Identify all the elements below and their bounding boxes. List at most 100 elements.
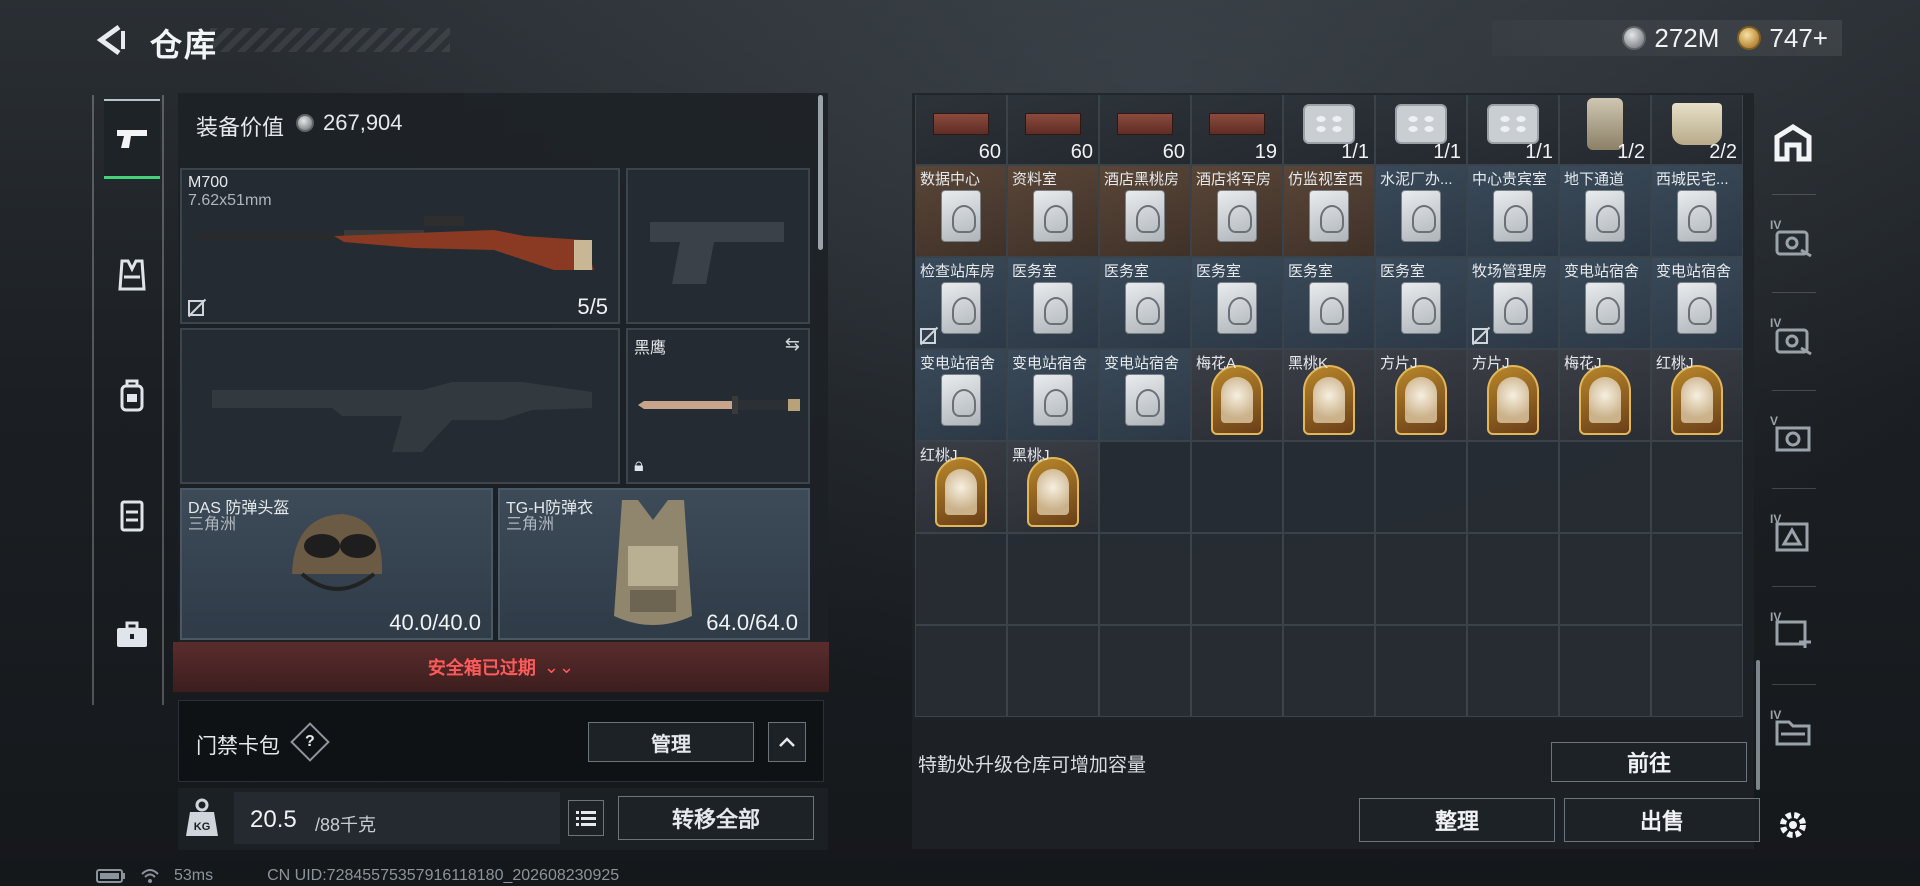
collapse-button[interactable] — [768, 722, 806, 762]
warehouse-item[interactable]: 弹力绷带 1/2 — [1559, 95, 1651, 165]
warehouse-item[interactable]: 简易手术包 2/2 — [1651, 95, 1743, 165]
warehouse-item[interactable]: 变电站宿舍 — [1007, 349, 1099, 441]
chevron-up-icon — [779, 737, 795, 747]
transfer-all-button[interactable]: 转移全部 — [618, 796, 814, 840]
warehouse-item[interactable]: 酒店黑桃房 — [1099, 165, 1191, 257]
empty-slot — [1467, 533, 1559, 625]
list-view-button[interactable] — [568, 800, 604, 836]
warehouse-item[interactable]: 资料室 — [1007, 165, 1099, 257]
warehouse-item[interactable]: 水泥厂办... — [1375, 165, 1467, 257]
tier-label: IV — [1770, 316, 1782, 330]
pistol-slot[interactable] — [626, 168, 810, 324]
warehouse-item[interactable]: 红桃J — [915, 441, 1007, 533]
empty-slot — [915, 533, 1007, 625]
keycard-image — [1125, 282, 1165, 335]
filter-iv-3[interactable]: IV — [1768, 512, 1818, 562]
warehouse-item[interactable]: 方片J — [1375, 349, 1467, 441]
warehouse-item[interactable]: 变电站宿舍 — [1099, 349, 1191, 441]
keycard-image — [1493, 282, 1533, 335]
gold-coin-icon — [1737, 26, 1762, 50]
warehouse-item[interactable]: 缓释止痛片 1/1 — [1283, 95, 1375, 165]
primary-weapon-slot[interactable]: M700 7.62x51mm 5/5 — [180, 168, 620, 324]
empty-slot — [1283, 533, 1375, 625]
tab-backpack[interactable] — [104, 355, 160, 435]
warehouse-item[interactable]: 变电站宿舍 — [1651, 257, 1743, 349]
item-name: 缓释止痛片 — [1288, 95, 1374, 97]
warehouse-item[interactable]: 梅花A — [1191, 349, 1283, 441]
equipment-value: 267,904 — [323, 110, 403, 135]
warehouse-item[interactable]: 中心贵宾室 — [1467, 165, 1559, 257]
warehouse-item[interactable]: 医务室 — [1099, 257, 1191, 349]
manage-button[interactable]: 管理 — [588, 722, 754, 762]
warehouse-item[interactable]: 仿监视室西 — [1283, 165, 1375, 257]
sell-button[interactable]: 出售 — [1564, 798, 1760, 842]
list-icon — [576, 811, 596, 826]
warehouse-item[interactable]: 5.56x45 RRLP60 — [1099, 95, 1191, 165]
warehouse-item[interactable]: 5.56x45 RRLP19 — [1191, 95, 1283, 165]
warehouse-item[interactable]: 缓释止痛片 1/1 — [1467, 95, 1559, 165]
tab-armor[interactable] — [104, 235, 160, 315]
tier-label: IV — [1770, 512, 1782, 526]
keycard-image — [1125, 374, 1165, 427]
silver-currency[interactable]: 272M — [1622, 23, 1719, 54]
question-icon: ? — [305, 733, 315, 750]
body-armor-image — [614, 500, 692, 625]
warehouse-item[interactable]: 医务室 — [1375, 257, 1467, 349]
backpack-icon — [120, 379, 144, 412]
warehouse-item[interactable]: 黑桃K — [1283, 349, 1375, 441]
melee-slot[interactable]: 黑鹰 ⇆ 🔒︎ — [626, 328, 810, 484]
item-name: 牧场管理房 — [1472, 263, 1548, 280]
warehouse-item[interactable]: 5.56x45 RRLP60 — [915, 95, 1007, 165]
back-button[interactable] — [92, 20, 132, 60]
uid-text: CN UID:72845575357916118180_202608230925 — [267, 867, 620, 884]
no-insurance-icon — [920, 328, 936, 344]
warehouse-item[interactable]: 地下通道 — [1559, 165, 1651, 257]
item-name: 医务室 — [1380, 263, 1426, 280]
warehouse-item[interactable]: 牧场管理房 — [1467, 257, 1559, 349]
tab-safebox[interactable] — [104, 595, 160, 675]
warehouse-item[interactable]: 方片J — [1467, 349, 1559, 441]
gold-currency[interactable]: 747+ — [1737, 23, 1828, 54]
tab-chest-rig[interactable] — [104, 475, 160, 555]
filter-all[interactable] — [1768, 120, 1818, 170]
warehouse-item[interactable]: 5.56x45 RRLP60 — [1007, 95, 1099, 165]
body-armor-slot[interactable]: TG-H防弹衣 三角洲 64.0/64.0 — [498, 488, 810, 640]
warehouse-item[interactable]: 医务室 — [1283, 257, 1375, 349]
filter-iv-4[interactable]: IV — [1768, 610, 1818, 660]
tab-weapons[interactable] — [104, 99, 160, 179]
sort-button[interactable]: 整理 — [1359, 798, 1555, 842]
helmet-slot[interactable]: DAS 防弹头盔 三角洲 40.0/40.0 — [180, 488, 493, 640]
swap-icon[interactable]: ⇆ — [785, 334, 800, 355]
empty-slot — [1191, 625, 1283, 717]
filter-iv-1[interactable]: IV — [1768, 218, 1818, 268]
warehouse-item[interactable]: 医务室 — [1007, 257, 1099, 349]
warehouse-item[interactable]: 梅花J — [1559, 349, 1651, 441]
warehouse-item[interactable]: 变电站宿舍 — [915, 349, 1007, 441]
warehouse-item[interactable]: 西城民宅... — [1651, 165, 1743, 257]
card-bag-label: 门禁卡包 — [196, 735, 280, 758]
warehouse-item[interactable]: 酒店将军房 — [1191, 165, 1283, 257]
warehouse-item[interactable]: 黑桃J — [1007, 441, 1099, 533]
warehouse-item[interactable]: 检查站库房 — [915, 257, 1007, 349]
item-count: 60 — [978, 141, 1001, 163]
equipment-scrollbar[interactable] — [818, 95, 823, 250]
item-name: 医务室 — [1104, 263, 1150, 280]
item-count: 1/1 — [1525, 141, 1553, 163]
empty-slot — [1559, 533, 1651, 625]
filter-iv-2[interactable]: IV — [1768, 316, 1818, 366]
warehouse-item[interactable]: 变电站宿舍 — [1559, 257, 1651, 349]
warehouse-item[interactable]: 缓释止痛片 1/1 — [1375, 95, 1467, 165]
secondary-weapon-slot[interactable] — [180, 328, 620, 484]
empty-slot — [1283, 625, 1375, 717]
keycard-image — [1217, 190, 1257, 243]
empty-slot — [1467, 625, 1559, 717]
goto-button[interactable]: 前往 — [1551, 742, 1747, 782]
warehouse-item[interactable]: 医务室 — [1191, 257, 1283, 349]
warehouse-item[interactable]: 数据中心 — [915, 165, 1007, 257]
warehouse-item[interactable]: 红桃J — [1651, 349, 1743, 441]
safebox-expired-banner[interactable]: 安全箱已过期 ⌄⌄ — [173, 642, 829, 692]
silver-amount: 272M — [1654, 22, 1720, 53]
settings[interactable] — [1768, 802, 1818, 852]
filter-iv-5[interactable]: IV — [1768, 708, 1818, 758]
filter-v[interactable]: V — [1768, 414, 1818, 464]
